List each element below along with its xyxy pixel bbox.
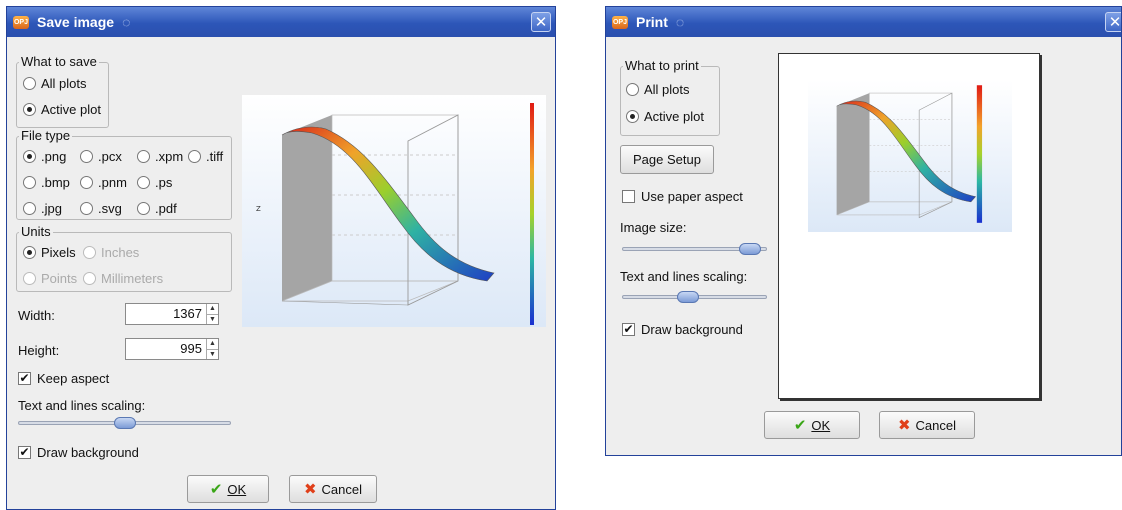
page-setup-button[interactable]: Page Setup <box>620 145 714 174</box>
keep-aspect-checkbox[interactable]: ✔ Keep aspect <box>18 371 109 386</box>
file-type-title: File type <box>19 128 73 143</box>
color-scale-bar <box>530 103 534 325</box>
radio-pdf[interactable]: .pdf <box>137 201 177 216</box>
draw-background-checkbox[interactable]: ✔ Draw background <box>18 445 139 460</box>
scaling-slider-handle[interactable] <box>113 417 136 429</box>
origin-app-icon: OPJ <box>612 15 628 29</box>
x-cancel-icon: ✖ <box>303 481 317 498</box>
3d-surface-plot <box>836 85 983 223</box>
what-to-print-title: What to print <box>623 58 701 73</box>
color-scale-bar <box>976 85 983 223</box>
radio-inches: Inches <box>83 245 139 260</box>
radio-active-plot[interactable]: Active plot <box>23 102 101 117</box>
plot-preview: Z <box>242 95 546 327</box>
3d-surface-plot: Z <box>256 103 534 325</box>
checkmark-icon: ✔ <box>209 481 223 498</box>
print-page-preview <box>778 53 1040 399</box>
save-dialog-title: Save image <box>37 14 115 30</box>
radio-pnm[interactable]: .pnm <box>80 175 127 190</box>
swirl-icon: ◌ <box>675 14 685 30</box>
what-to-print-group: What to print All plots Active plot <box>620 58 720 136</box>
image-size-label: Image size: <box>620 220 687 235</box>
checkmark-icon: ✔ <box>793 417 807 434</box>
spin-up-icon[interactable]: ▲ <box>207 339 218 349</box>
width-spinbox[interactable]: 1367 ▲ ▼ <box>125 303 219 325</box>
height-label: Height: <box>18 343 60 358</box>
close-icon[interactable]: ✕ <box>531 12 551 32</box>
radio-all-plots[interactable]: All plots <box>626 82 690 97</box>
ok-button[interactable]: ✔ OK <box>764 411 860 439</box>
radio-active-plot[interactable]: Active plot <box>626 109 704 124</box>
swirl-icon: ◌ <box>122 14 131 30</box>
save-dialog-titlebar[interactable]: OPJ Save image ◌ ✕ <box>7 7 555 37</box>
back-wall <box>282 115 332 301</box>
close-icon[interactable]: ✕ <box>1105 12 1121 32</box>
radio-jpg[interactable]: .jpg <box>23 201 62 216</box>
scaling-slider-handle[interactable] <box>677 291 700 303</box>
print-dialog-titlebar[interactable]: OPJ Print ◌ ✕ <box>606 7 1121 37</box>
checkbox-box[interactable] <box>622 190 635 203</box>
plot-thumbnail <box>808 80 1012 232</box>
file-type-group: File type .png .pcx .xpm .tiff .bmp .pnm… <box>16 128 232 220</box>
print-dialog: OPJ Print ◌ ✕ What to print All plots Ac… <box>605 6 1122 456</box>
radio-ps[interactable]: .ps <box>137 175 172 190</box>
spin-down-icon[interactable]: ▼ <box>207 349 218 360</box>
x-cancel-icon: ✖ <box>897 417 911 434</box>
width-value[interactable]: 1367 <box>126 304 206 324</box>
height-value[interactable]: 995 <box>126 339 206 359</box>
use-paper-aspect-checkbox[interactable]: Use paper aspect <box>622 189 743 204</box>
image-size-slider-handle[interactable] <box>738 243 761 255</box>
spin-up-icon[interactable]: ▲ <box>207 304 218 314</box>
radio-png[interactable]: .png <box>23 149 66 164</box>
radio-indicator[interactable] <box>23 103 36 116</box>
width-label: Width: <box>18 308 55 323</box>
radio-bmp[interactable]: .bmp <box>23 175 70 190</box>
draw-background-checkbox[interactable]: ✔ Draw background <box>622 322 743 337</box>
svg-text:Z: Z <box>256 205 261 213</box>
radio-svg[interactable]: .svg <box>80 201 122 216</box>
origin-app-icon: OPJ <box>13 15 29 29</box>
radio-all-plots[interactable]: All plots <box>23 76 87 91</box>
cancel-button[interactable]: ✖ Cancel <box>289 475 377 503</box>
what-to-save-title: What to save <box>19 54 99 69</box>
radio-millimeters: Millimeters <box>83 271 163 286</box>
what-to-save-group: What to save All plots Active plot <box>16 54 109 128</box>
scaling-label: Text and lines scaling: <box>620 269 748 284</box>
height-spinbox[interactable]: 995 ▲ ▼ <box>125 338 219 360</box>
radio-pixels[interactable]: Pixels <box>23 245 76 260</box>
ok-button[interactable]: ✔ OK <box>187 475 269 503</box>
check-icon[interactable]: ✔ <box>622 323 635 336</box>
spin-down-icon[interactable]: ▼ <box>207 314 218 325</box>
radio-indicator[interactable] <box>23 77 36 90</box>
check-icon[interactable]: ✔ <box>18 446 31 459</box>
check-icon[interactable]: ✔ <box>18 372 31 385</box>
units-group: Units Pixels Inches Points Millimeters <box>16 224 232 292</box>
radio-pcx[interactable]: .pcx <box>80 149 122 164</box>
print-dialog-title: Print <box>636 14 668 30</box>
save-image-dialog: OPJ Save image ◌ ✕ What to save All plot… <box>6 6 556 510</box>
units-title: Units <box>19 224 53 239</box>
radio-xpm[interactable]: .xpm <box>137 149 183 164</box>
radio-points: Points <box>23 271 77 286</box>
radio-tiff[interactable]: .tiff <box>188 149 223 164</box>
scaling-label: Text and lines scaling: <box>18 398 146 413</box>
cancel-button[interactable]: ✖ Cancel <box>879 411 975 439</box>
